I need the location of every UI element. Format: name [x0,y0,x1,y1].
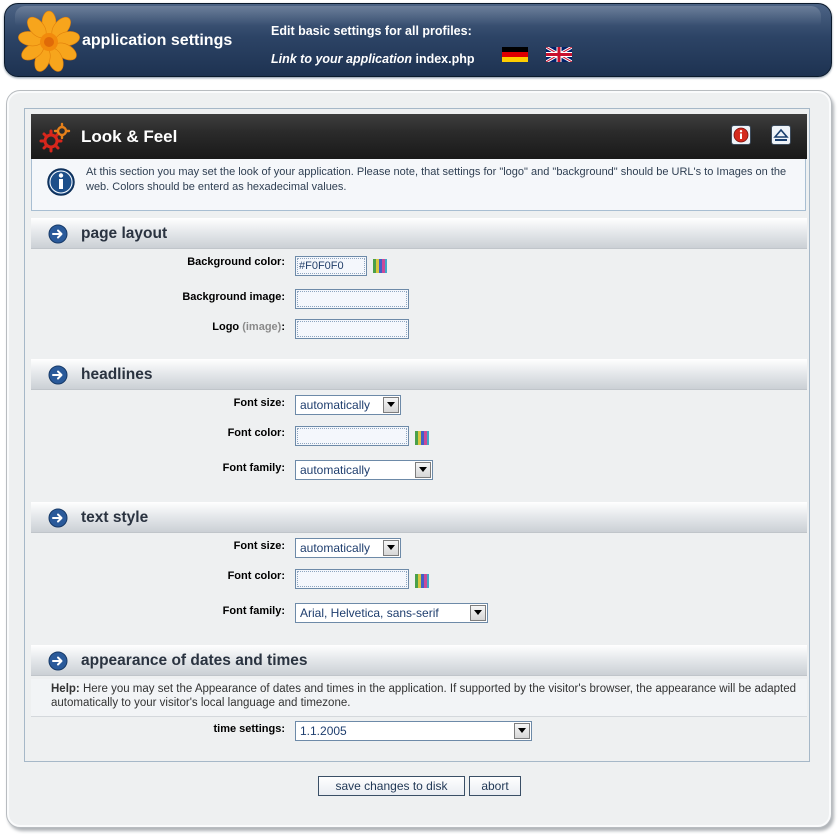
chevron-down-icon[interactable] [514,723,530,739]
headlines-font-color-field[interactable] [295,426,409,446]
headlines-font-family-select[interactable]: automatically [295,460,433,480]
background-color-label: Background color: [187,256,285,268]
text-font-size-label: Font size: [233,540,285,552]
gears-icon [39,122,71,153]
help-text: Here you may set the Appearance of dates… [51,683,797,709]
headlines-bar: headlines [31,359,807,390]
uk-flag-icon[interactable] [546,47,572,62]
text-style-heading: text style [81,509,149,526]
text-font-family-value: Arial, Helvetica, sans-serif [300,606,439,620]
app-title: application settings [82,32,233,49]
section-title: Look & Feel [81,127,178,146]
page-layout-heading: page layout [81,225,168,242]
help-label: Help: [51,683,80,695]
logo-label-colon: : [281,321,285,333]
application-link-line: Link to your application index.php [271,52,475,66]
time-settings-select[interactable]: 1.1.2005 [295,721,532,741]
dates-heading: appearance of dates and times [81,652,308,669]
logo-field[interactable] [295,319,409,339]
background-image-label: Background image: [182,291,285,303]
arrow-right-icon [48,651,68,671]
application-link-label: Link to your application [271,52,412,66]
save-button[interactable]: save changes to disk [318,776,465,796]
header-gloss [15,6,821,26]
intro-box: At this section you may set the look of … [31,159,806,211]
headlines-heading: headlines [81,366,153,383]
app-header: application settings Edit basic settings… [4,3,832,77]
section-header: Look & Feel [31,114,807,159]
chevron-up-icon [773,128,789,141]
text-font-family-select[interactable]: Arial, Helvetica, sans-serif [295,603,488,623]
intro-text: At this section you may set the look of … [86,166,787,193]
abort-button[interactable]: abort [469,776,521,796]
info-button[interactable] [731,125,751,145]
text-font-color-field[interactable] [295,569,409,589]
application-link[interactable]: index.php [415,52,474,66]
logo-label: Logo (image): [212,321,285,333]
chevron-down-icon[interactable] [470,605,486,621]
dates-bar: appearance of dates and times [31,645,807,676]
collapse-button[interactable] [771,125,791,145]
arrow-right-icon [48,508,68,528]
text-font-size-value: automatically [300,541,371,555]
background-image-field[interactable] [295,289,409,309]
background-color-field[interactable] [295,256,367,276]
chevron-down-icon[interactable] [383,540,399,556]
german-flag-icon[interactable] [502,47,528,62]
headlines-font-family-label: Font family: [222,462,285,474]
headlines-font-size-value: automatically [300,398,371,412]
headlines-font-size-select[interactable]: automatically [295,395,401,415]
info-icon [733,127,749,143]
color-picker-icon[interactable] [373,259,387,273]
text-font-family-label: Font family: [222,605,285,617]
headlines-font-size-label: Font size: [233,397,285,409]
arrow-right-icon [48,365,68,385]
text-style-bar: text style [31,502,807,533]
text-font-color-label: Font color: [227,570,285,582]
headlines-font-color-label: Font color: [227,427,285,439]
arrow-right-icon [48,224,68,244]
chevron-down-icon[interactable] [415,462,431,478]
color-picker-icon[interactable] [415,431,429,445]
chevron-down-icon[interactable] [383,397,399,413]
info-circle-icon [47,168,75,196]
logo-label-hint: (image) [242,321,282,333]
time-settings-label: time settings: [213,723,285,735]
flower-logo-icon [18,10,80,72]
text-font-size-select[interactable]: automatically [295,538,401,558]
headlines-font-family-value: automatically [300,463,371,477]
dates-help-text-wrap: Help: Here you may set the Appearance of… [51,682,799,710]
dates-help-box: Help: Here you may set the Appearance of… [31,679,807,717]
logo-label-text: Logo [212,321,240,333]
time-settings-value: 1.1.2005 [300,724,347,738]
color-picker-icon[interactable] [415,574,429,588]
edit-settings-text: Edit basic settings for all profiles: [271,24,472,38]
page-layout-bar: page layout [31,218,807,249]
